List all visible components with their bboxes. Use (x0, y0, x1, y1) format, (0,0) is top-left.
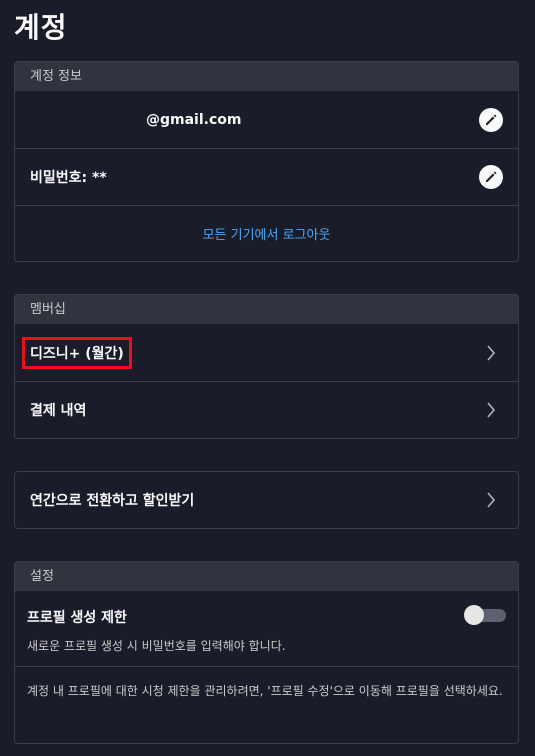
edit-email-button[interactable] (479, 107, 503, 132)
plan-row[interactable]: 디즈니+ (월간) (15, 324, 518, 381)
profile-limit-setting: 프로필 생성 제한 새로운 프로필 생성 시 비밀번호를 입력해야 합니다. (15, 591, 518, 666)
annual-switch-row[interactable]: 연간으로 전환하고 할인받기 (15, 472, 518, 528)
email-value: @gmail.com (146, 111, 242, 128)
toggle-knob (464, 605, 484, 625)
billing-label: 결제 내역 (30, 403, 87, 419)
account-info-header: 계정 정보 (15, 62, 518, 91)
logout-all-devices-link[interactable]: 모든 기기에서 로그아웃 (30, 224, 503, 243)
email-row: @gmail.com (15, 91, 518, 148)
membership-header: 멤버십 (15, 295, 518, 324)
account-info-card: 계정 정보 @gmail.com 비밀번호: ** 모든 기기에서 로그아웃 (14, 61, 519, 262)
logout-row: 모든 기기에서 로그아웃 (15, 205, 518, 261)
password-row: 비밀번호: ** (15, 148, 518, 205)
page-title: 계정 (14, 11, 68, 44)
annual-switch-label: 연간으로 전환하고 할인받기 (30, 493, 195, 509)
chevron-right-icon (487, 344, 496, 361)
promo-card: 연간으로 전환하고 할인받기 (14, 471, 519, 529)
profile-limit-description: 새로운 프로필 생성 시 비밀번호를 입력해야 합니다. (27, 639, 286, 653)
settings-card: 설정 프로필 생성 제한 새로운 프로필 생성 시 비밀번호를 입력해야 합니다… (14, 561, 519, 744)
profile-limit-toggle[interactable] (464, 605, 506, 625)
edit-password-button[interactable] (479, 165, 503, 189)
settings-header: 설정 (15, 562, 518, 591)
profile-limit-title: 프로필 생성 제한 (27, 610, 127, 626)
chevron-right-icon (487, 402, 496, 418)
password-value: 비밀번호: ** (30, 170, 107, 186)
plan-label: 디즈니+ (월간) (22, 336, 132, 369)
billing-row[interactable]: 결제 내역 (15, 381, 518, 438)
membership-card: 멤버십 디즈니+ (월간) 결제 내역 (14, 294, 519, 439)
pencil-icon (486, 171, 497, 182)
profile-restriction-note: 계정 내 프로필에 대한 시청 제한을 관리하려면, '프로필 수정'으로 이동… (15, 666, 518, 702)
chevron-right-icon (487, 492, 496, 508)
pencil-icon (486, 114, 497, 125)
